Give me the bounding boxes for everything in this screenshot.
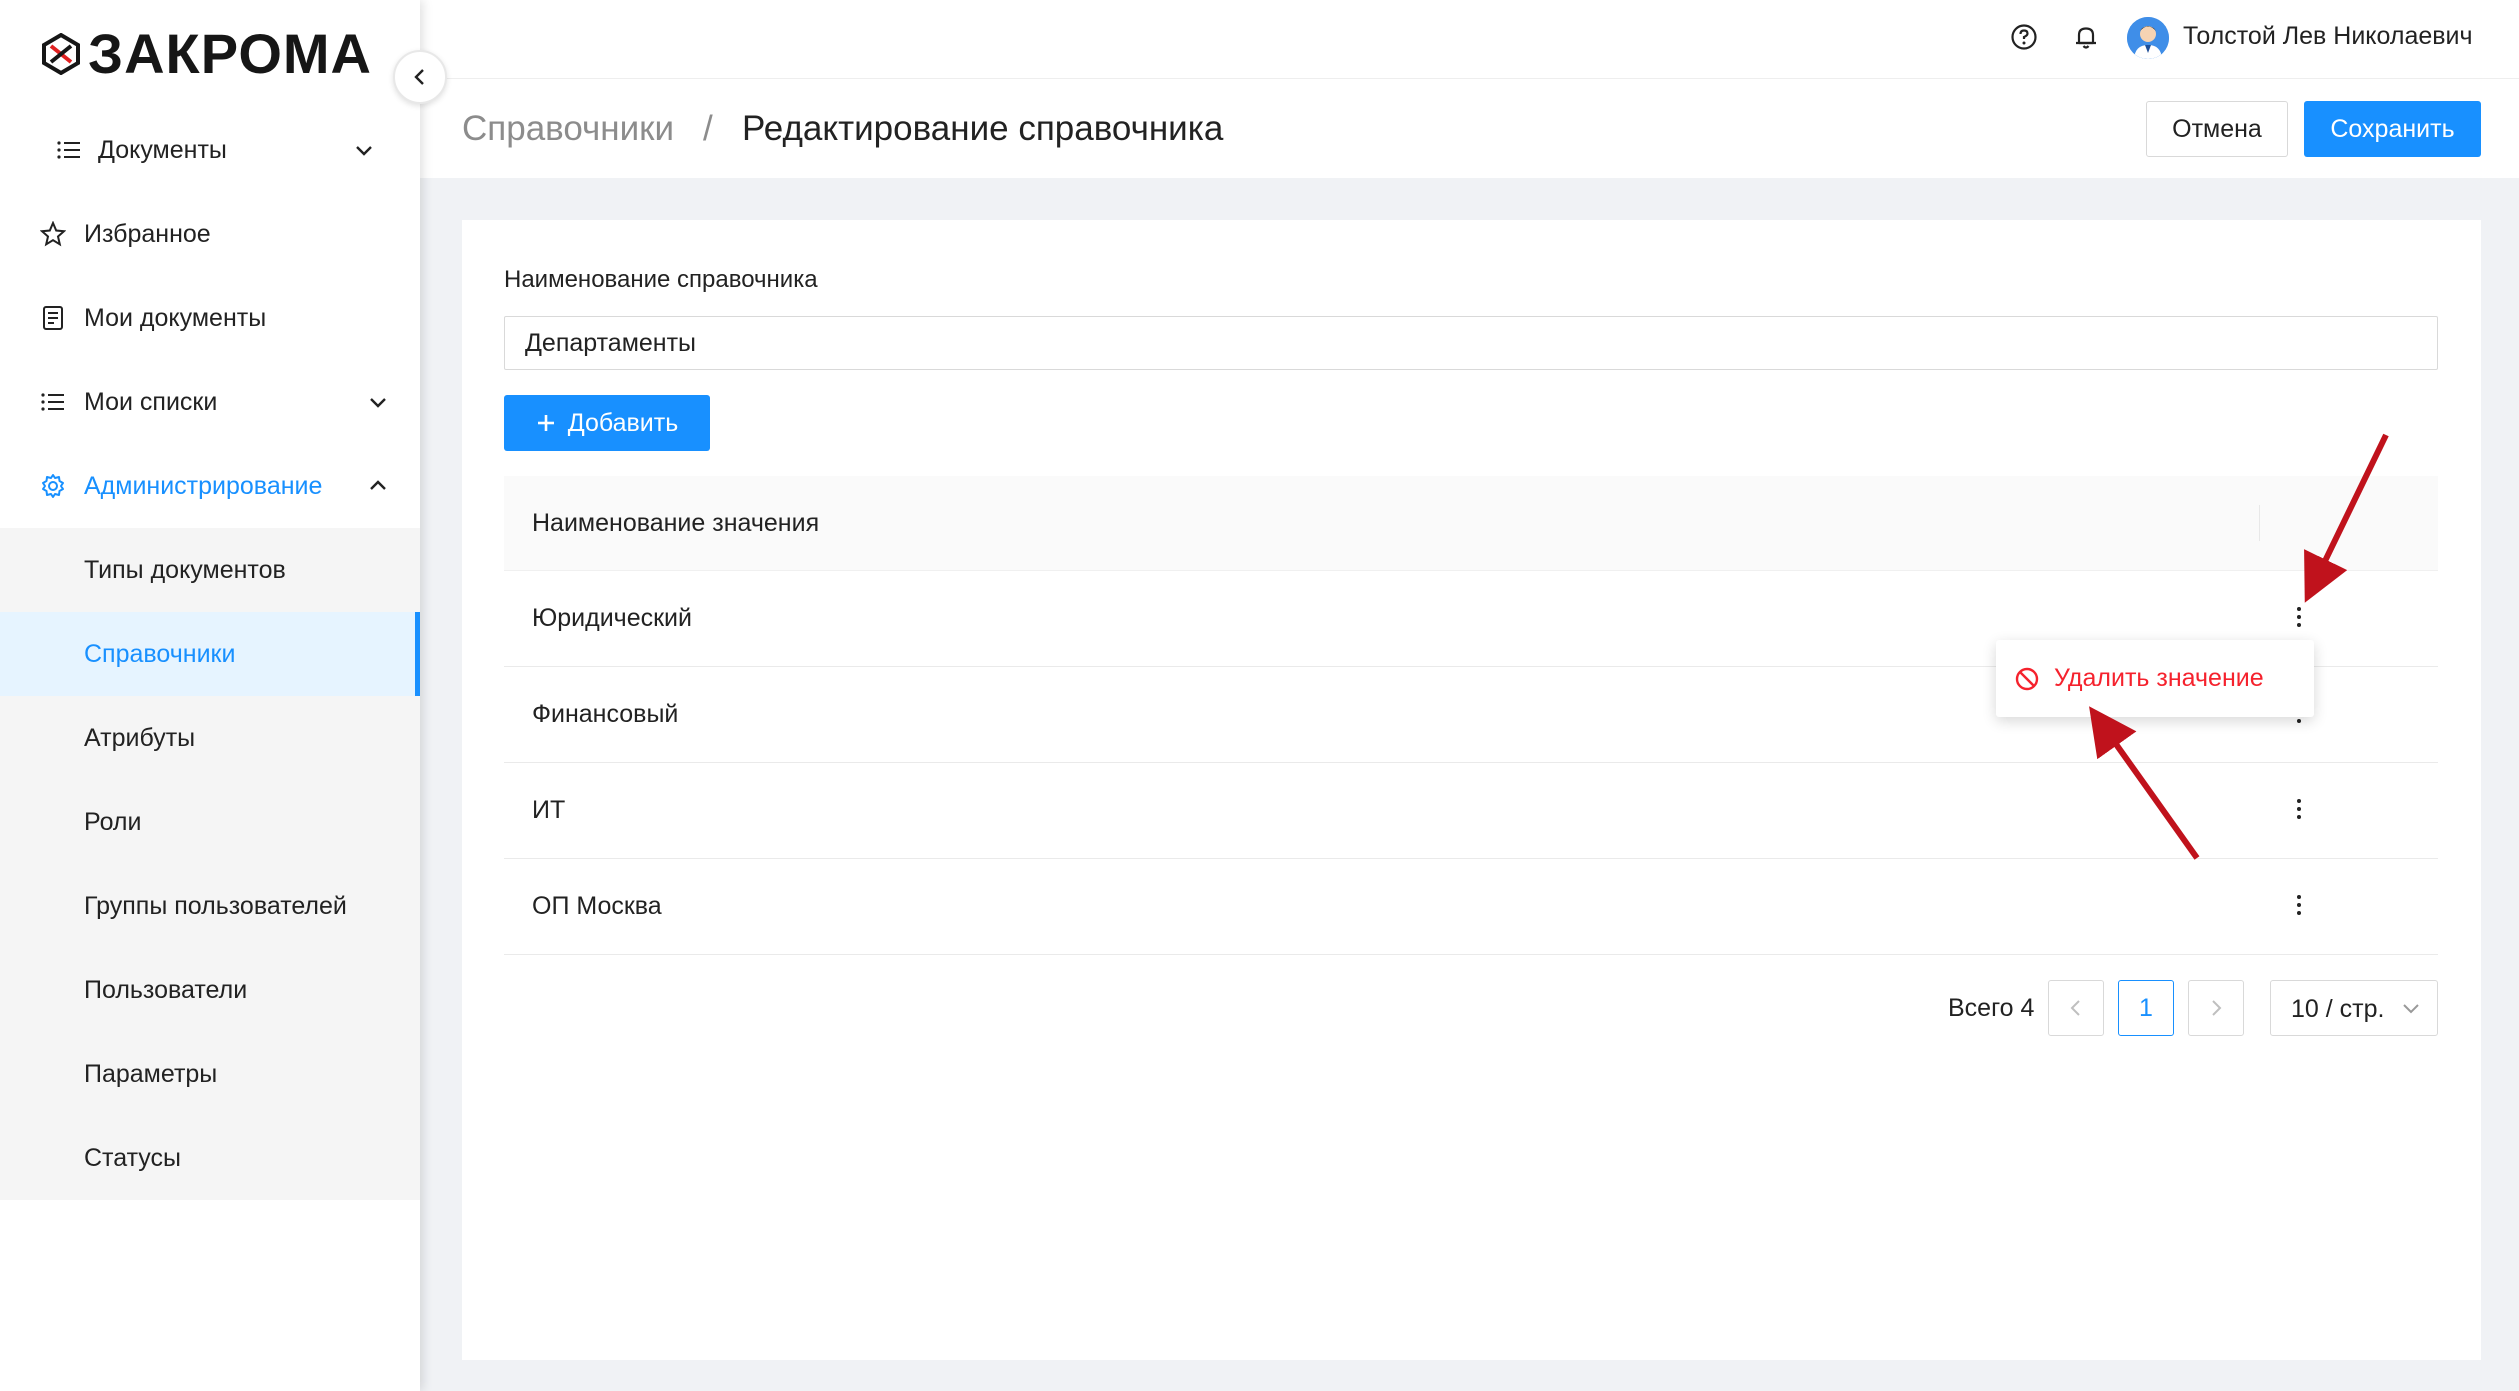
sidebar-item-label: Справочники	[84, 639, 236, 668]
app-logo[interactable]: ЗАКРОМА	[40, 26, 372, 82]
block-icon	[2015, 667, 2039, 690]
sidebar-item-parameters[interactable]: Параметры	[0, 1032, 420, 1116]
chevron-down-icon	[2403, 1004, 2419, 1014]
save-button[interactable]: Сохранить	[2304, 101, 2481, 157]
gear-icon	[42, 474, 64, 498]
more-vertical-icon[interactable]	[2284, 887, 2314, 923]
sidebar: ЗАКРОМА Документы Избранное Мои документ…	[0, 0, 420, 1391]
chevron-down-icon	[356, 146, 372, 156]
cancel-button[interactable]: Отмена	[2146, 101, 2288, 157]
row-value: Финансовый	[532, 700, 679, 728]
pagination: Всего 4 1 10 / стр.	[462, 980, 2481, 1036]
chevron-right-icon	[2212, 1000, 2222, 1016]
row-actions-dropdown: Удалить значение	[1996, 640, 2314, 717]
sidebar-item-label: Типы документов	[84, 555, 286, 584]
sidebar-item-label: Мои документы	[84, 303, 267, 332]
sidebar-collapse-button[interactable]	[393, 50, 447, 104]
bell-icon[interactable]	[2071, 22, 2101, 52]
user-avatar-icon	[2127, 17, 2169, 59]
sidebar-item-users[interactable]: Пользователи	[0, 948, 420, 1032]
logo-text: ЗАКРОМА	[88, 22, 372, 85]
user-name[interactable]: Толстой Лев Николаевич	[2183, 22, 2473, 51]
directory-name-input[interactable]	[504, 316, 2438, 370]
table-header: Наименование значения	[504, 476, 2438, 571]
list-icon	[57, 141, 80, 159]
sidebar-item-label: Параметры	[84, 1059, 218, 1088]
sidebar-item-label: Пользователи	[84, 975, 248, 1004]
star-icon	[40, 221, 66, 247]
chevron-left-icon	[2070, 1000, 2080, 1016]
document-icon	[43, 306, 63, 330]
pagination-total: Всего 4	[1948, 994, 2035, 1022]
prev-page-button[interactable]	[2048, 980, 2104, 1036]
row-value: Юридический	[532, 604, 692, 632]
chevron-down-icon	[370, 398, 386, 408]
table-row: ОП Москва	[504, 859, 2438, 955]
sidebar-item-documents[interactable]: Документы	[0, 108, 420, 192]
sidebar-item-label: Группы пользователей	[84, 891, 347, 920]
add-value-button[interactable]: Добавить	[504, 395, 710, 451]
breadcrumb-separator: /	[703, 109, 713, 148]
sidebar-item-directories[interactable]: Справочники	[0, 612, 420, 696]
help-icon[interactable]	[2009, 22, 2039, 52]
top-bar: Толстой Лев Николаевич	[420, 0, 2519, 79]
sidebar-item-document-types[interactable]: Типы документов	[0, 528, 420, 612]
more-vertical-icon[interactable]	[2284, 791, 2314, 827]
sidebar-item-label: Роли	[84, 807, 142, 836]
chevron-up-icon	[370, 480, 386, 490]
sidebar-item-label: Статусы	[84, 1143, 181, 1172]
sidebar-item-label: Документы	[98, 135, 227, 164]
breadcrumb-parent[interactable]: Справочники	[462, 109, 674, 149]
avatar[interactable]	[2127, 17, 2169, 59]
chevron-left-icon	[414, 69, 424, 85]
sidebar-item-user-groups[interactable]: Группы пользователей	[0, 864, 420, 948]
add-value-label: Добавить	[567, 408, 679, 437]
page-size-select[interactable]: 10 / стр.	[2270, 980, 2438, 1036]
sidebar-item-administration[interactable]: Администрирование	[0, 444, 420, 528]
sidebar-nav: Документы Избранное Мои документы Мои сп…	[0, 108, 420, 1200]
page-button-current[interactable]: 1	[2118, 980, 2174, 1036]
directory-edit-card: Наименование справочника Добавить Наимен…	[462, 220, 2481, 1360]
sidebar-item-label: Избранное	[84, 219, 211, 248]
delete-value-label: Удалить значение	[2054, 664, 2264, 692]
sidebar-item-label: Администрирование	[84, 471, 323, 500]
table-row: ИТ	[504, 763, 2438, 859]
sidebar-item-statuses[interactable]: Статусы	[0, 1116, 420, 1200]
column-header-value-name: Наименование значения	[532, 509, 820, 537]
sidebar-item-attributes[interactable]: Атрибуты	[0, 696, 420, 780]
more-vertical-icon[interactable]	[2284, 599, 2314, 635]
row-value: ОП Москва	[532, 892, 662, 920]
page-header: Справочники / Редактирование справочника…	[420, 79, 2519, 178]
sidebar-item-label: Атрибуты	[84, 723, 196, 752]
plus-icon	[537, 415, 554, 431]
delete-value-menu-item[interactable]: Удалить значение	[2014, 640, 2264, 717]
page-title: Редактирование справочника	[742, 109, 1224, 148]
sidebar-item-label: Мои списки	[84, 387, 218, 416]
sidebar-item-favorites[interactable]: Избранное	[0, 192, 420, 276]
sidebar-item-my-documents[interactable]: Мои документы	[0, 276, 420, 360]
sidebar-item-roles[interactable]: Роли	[0, 780, 420, 864]
directory-name-label: Наименование справочника	[504, 266, 818, 293]
logo-icon	[42, 33, 80, 75]
page-size-value: 10 / стр.	[2291, 995, 2385, 1023]
list-icon	[41, 393, 64, 411]
sidebar-item-my-lists[interactable]: Мои списки	[0, 360, 420, 444]
column-divider	[2259, 505, 2260, 541]
next-page-button[interactable]	[2188, 980, 2244, 1036]
row-value: ИТ	[532, 796, 566, 824]
admin-submenu: Типы документов Справочники Атрибуты Рол…	[0, 528, 420, 1200]
